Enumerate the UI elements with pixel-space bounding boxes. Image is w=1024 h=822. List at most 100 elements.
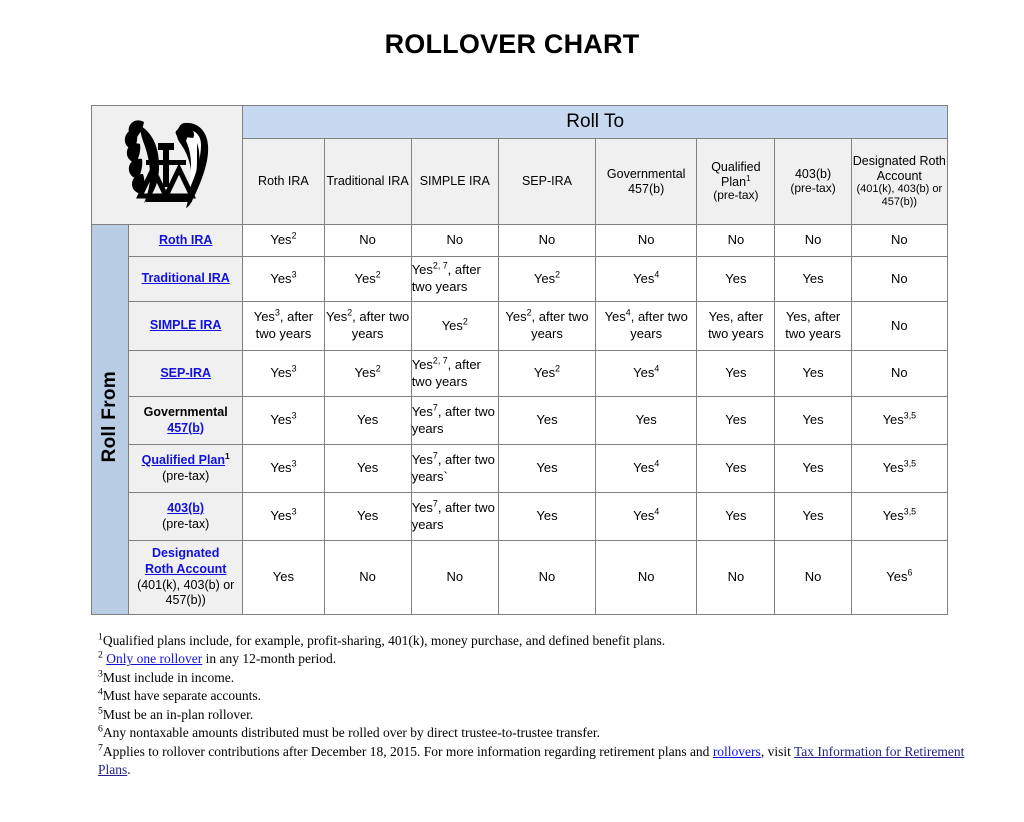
data-cell: Yes <box>323 396 412 445</box>
column-header-traditional_ira: Traditional IRA <box>323 138 412 225</box>
footnote-text: in any 12-month period. <box>202 651 337 667</box>
data-cell: Yes <box>497 444 597 493</box>
cell-text: No <box>359 569 376 585</box>
row-label-sub: (pre-tax) <box>162 468 210 483</box>
footnote-item: 5Must be an in-plan rollover. <box>98 706 978 724</box>
cell-text: Yes7, after two years` <box>411 450 495 484</box>
data-cell: Yes <box>696 444 776 493</box>
column-header-403b: 403(b) (pre-tax) <box>774 138 852 225</box>
footnote-text: Must be an in-plan rollover. <box>102 706 254 722</box>
cell-text: Yes4 <box>633 458 660 476</box>
data-cell: Yes2 <box>497 350 597 397</box>
footnote-item: 7Applies to rollover contributions after… <box>98 743 978 780</box>
cell-text: No <box>727 232 745 248</box>
data-cell: No <box>497 540 597 615</box>
row-label-link[interactable]: 403(b) <box>167 501 204 515</box>
data-cell: No <box>595 224 698 257</box>
data-cell: Yes <box>497 396 597 445</box>
data-cell: Yes <box>323 492 412 541</box>
data-cell: Yes2, 7, after two years <box>410 350 499 397</box>
cell-text: Yes3,5 <box>882 410 917 428</box>
table-header-band: Roll To <box>90 105 948 225</box>
cell-text: Yes <box>725 270 747 286</box>
row-header-cell: SEP-IRA <box>128 350 244 397</box>
cell-text: Yes2 <box>441 316 468 333</box>
data-cell: Yes3,5 <box>850 444 949 493</box>
cell-text: No <box>727 569 745 585</box>
cell-text: No <box>891 232 908 248</box>
data-cell: Yes3 <box>242 396 325 445</box>
cell-text: Yes4 <box>633 506 660 524</box>
row-label-link[interactable]: SIMPLE IRA <box>150 318 222 332</box>
irs-logo-cell <box>90 105 244 225</box>
footnote-item: 6Any nontaxable amounts distributed must… <box>98 724 978 742</box>
roll-from-label: Roll From <box>90 224 130 615</box>
data-cell: No <box>323 224 412 257</box>
cell-text: Yes4, after two years <box>604 307 688 341</box>
data-cell: Yes <box>696 350 776 397</box>
footnote-text: Qualified plans include, for example, pr… <box>102 633 666 648</box>
data-cell: Yes <box>696 492 776 541</box>
cell-text: No <box>637 232 655 248</box>
rollover-chart-table-wrapper: Roll To Roth IRA Traditional IRA SIMPLE IRA… <box>90 105 949 615</box>
cell-text: Yes <box>802 365 824 381</box>
row-label-link[interactable]: Roth Account <box>145 562 226 576</box>
data-cell: Yes7, after two years <box>410 396 499 445</box>
table-row: Governmental 457(b) Yes3 Yes Yes7, after two… <box>92 396 949 445</box>
row-label-link[interactable]: Qualified Plan <box>142 453 225 467</box>
data-cell: Yes7, after two years <box>410 492 499 541</box>
row-header-cell: 403(b) (pre-tax) <box>128 492 244 541</box>
cell-text: Yes <box>725 365 747 381</box>
data-cell: Yes2 <box>410 301 499 351</box>
data-cell: Yes, after two years <box>696 301 776 351</box>
footnote-link[interactable]: Only one rollover <box>106 651 202 666</box>
data-cell: Yes4, after two years <box>595 301 698 351</box>
footnote-text: . <box>127 762 131 778</box>
footnote-text: , visit <box>760 743 794 759</box>
cell-text: Yes <box>635 412 657 428</box>
data-cell: No <box>410 540 499 615</box>
data-cell: No <box>850 350 949 397</box>
data-cell: No <box>774 224 852 257</box>
cell-text: Yes <box>536 460 558 476</box>
cell-text: Yes <box>536 412 558 428</box>
data-cell: Yes6 <box>850 540 949 615</box>
row-label-link[interactable]: Traditional IRA <box>142 271 230 285</box>
cell-text: Yes3 <box>270 506 297 524</box>
footnote-item: 2 Only one rollover in any 12-month peri… <box>98 650 978 668</box>
data-cell: Yes, after two years <box>774 301 852 351</box>
row-header-cell: SIMPLE IRA <box>128 301 244 351</box>
data-cell: Yes2, after two years <box>323 301 412 351</box>
data-cell: No <box>850 224 949 257</box>
cell-text: No <box>446 569 464 585</box>
footnote-text: Any nontaxable amounts distributed must … <box>102 725 600 741</box>
cell-text: Yes <box>725 508 747 524</box>
cell-text: Yes2, 7, after two years <box>411 260 481 294</box>
data-cell: Yes4 <box>595 492 698 541</box>
footnotes-section: 1Qualified plans include, for example, p… <box>98 632 978 780</box>
data-cell: Yes2 <box>323 256 412 302</box>
footnote-link[interactable]: rollovers <box>713 744 761 759</box>
cell-text: Yes <box>356 460 379 476</box>
data-cell: Yes <box>774 396 852 445</box>
row-label-sub: (401(k), 403(b) or 457(b)) <box>137 577 235 608</box>
cell-text: Yes <box>536 508 558 524</box>
footnote-item: 1Qualified plans include, for example, p… <box>98 632 978 650</box>
row-label-link[interactable]: SEP-IRA <box>160 366 211 380</box>
cell-text: Yes2, after two years <box>505 307 589 341</box>
data-cell: Yes <box>242 540 325 615</box>
irs-eagle-scales-logo <box>125 120 209 208</box>
row-label-link[interactable]: 457(b) <box>167 421 204 435</box>
data-cell: No <box>323 540 412 615</box>
row-header-cell: Qualified Plan1 (pre-tax) <box>128 444 244 493</box>
data-cell: No <box>595 540 698 615</box>
cell-text: Yes4 <box>633 363 660 381</box>
table-row: Traditional IRA Yes3 Yes2 Yes2, 7, after tw… <box>92 256 949 302</box>
data-cell: Yes <box>497 492 597 541</box>
data-cell: Yes3 <box>242 350 325 397</box>
footnote-text: Must have separate accounts. <box>102 688 262 704</box>
cell-text: Yes4 <box>633 269 660 286</box>
row-label-link[interactable]: Roth IRA <box>159 233 212 247</box>
cell-text: No <box>538 569 556 585</box>
row-header-cell: Traditional IRA <box>128 256 244 302</box>
